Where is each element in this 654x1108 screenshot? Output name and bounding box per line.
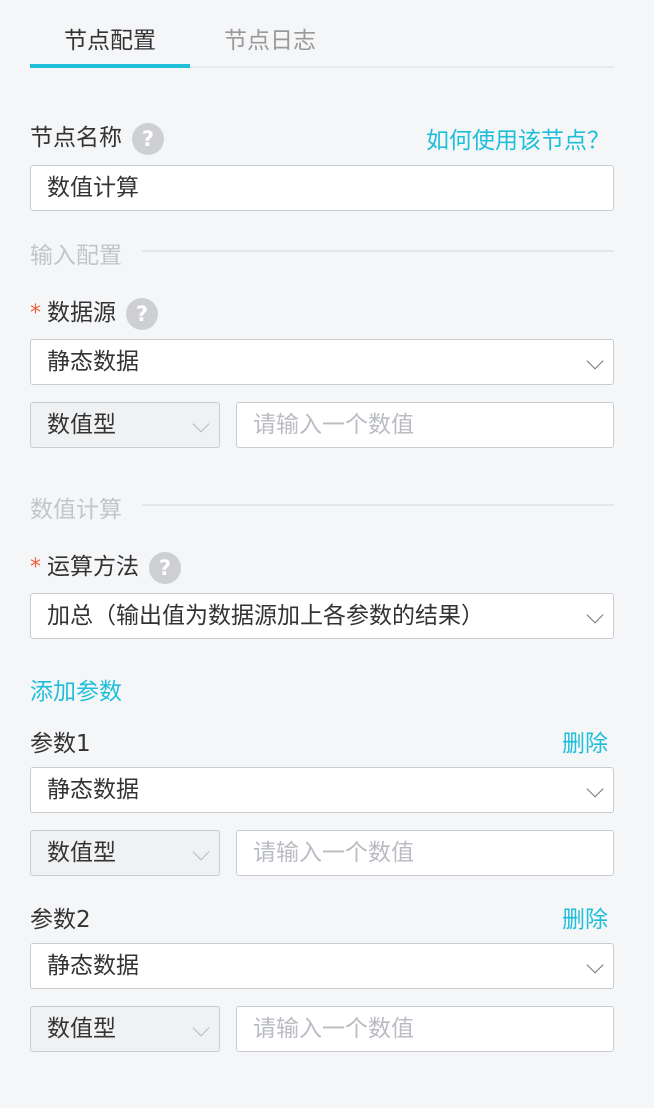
node-config-panel: 节点配置 节点日志 节点名称? 如何使用该节点？ 数值计算 输入配置 * 数据源?… — [0, 0, 654, 1108]
chevron-down-icon — [586, 352, 604, 370]
type-selected: 数值型 — [47, 412, 116, 438]
datasource-select[interactable]: 静态数据 — [30, 339, 614, 385]
tab-node-log[interactable]: 节点日志 — [190, 20, 350, 68]
chevron-down-icon — [586, 606, 604, 624]
datasource-selected: 静态数据 — [47, 349, 139, 375]
how-to-use-link[interactable]: 如何使用该节点？ — [426, 121, 610, 155]
chevron-down-icon — [192, 843, 210, 861]
node-name-label: 节点名称 — [30, 125, 122, 151]
method-label: 运算方法 — [47, 554, 139, 580]
method-selected: 加总（输出值为数据源加上各参数的结果） — [47, 603, 484, 629]
datasource-label-row: * 数据源? — [30, 293, 158, 330]
calc-section-title: 数值计算 — [30, 497, 122, 523]
input-config-section-title: 输入配置 — [30, 243, 122, 269]
value-placeholder: 请输入一个数值 — [253, 840, 414, 866]
section-divider — [142, 250, 614, 252]
method-label-row: * 运算方法? — [30, 547, 181, 584]
param-source-selected: 静态数据 — [47, 777, 139, 803]
datasource-value-input[interactable]: 请输入一个数值 — [236, 402, 614, 448]
param-source-selected: 静态数据 — [47, 953, 139, 979]
required-mark: * — [30, 555, 41, 580]
section-divider — [142, 504, 614, 506]
param-1-delete-link[interactable]: 删除 — [562, 724, 608, 758]
question-icon[interactable]: ? — [149, 551, 181, 584]
datasource-type-select[interactable]: 数值型 — [30, 402, 220, 448]
param-1-type-select[interactable]: 数值型 — [30, 830, 220, 876]
param-1-value-input[interactable]: 请输入一个数值 — [236, 830, 614, 876]
add-param-link[interactable]: 添加参数 — [30, 672, 122, 706]
tab-label: 节点配置 — [64, 28, 156, 54]
param-2-delete-link[interactable]: 删除 — [562, 900, 608, 934]
chevron-down-icon — [586, 956, 604, 974]
chevron-down-icon — [192, 1019, 210, 1037]
param-type-selected: 数值型 — [47, 840, 116, 866]
node-name-input[interactable]: 数值计算 — [30, 165, 614, 211]
param-2-source-select[interactable]: 静态数据 — [30, 943, 614, 989]
tab-node-config[interactable]: 节点配置 — [30, 20, 190, 68]
chevron-down-icon — [586, 780, 604, 798]
required-mark: * — [30, 301, 41, 326]
tab-label: 节点日志 — [224, 28, 316, 54]
value-placeholder: 请输入一个数值 — [253, 1016, 414, 1042]
question-icon[interactable]: ? — [126, 297, 158, 330]
method-select[interactable]: 加总（输出值为数据源加上各参数的结果） — [30, 593, 614, 639]
question-icon[interactable]: ? — [132, 122, 164, 155]
param-1-source-select[interactable]: 静态数据 — [30, 767, 614, 813]
param-2-type-select[interactable]: 数值型 — [30, 1006, 220, 1052]
value-placeholder: 请输入一个数值 — [253, 412, 414, 438]
node-name-row: 节点名称? — [30, 118, 164, 155]
param-type-selected: 数值型 — [47, 1016, 116, 1042]
node-name-value: 数值计算 — [47, 175, 139, 201]
param-2-value-input[interactable]: 请输入一个数值 — [236, 1006, 614, 1052]
datasource-label: 数据源 — [47, 300, 116, 326]
tab-bar: 节点配置 节点日志 — [30, 0, 614, 68]
param-2-label: 参数2 — [30, 907, 91, 933]
chevron-down-icon — [192, 415, 210, 433]
param-1-label: 参数1 — [30, 731, 91, 757]
